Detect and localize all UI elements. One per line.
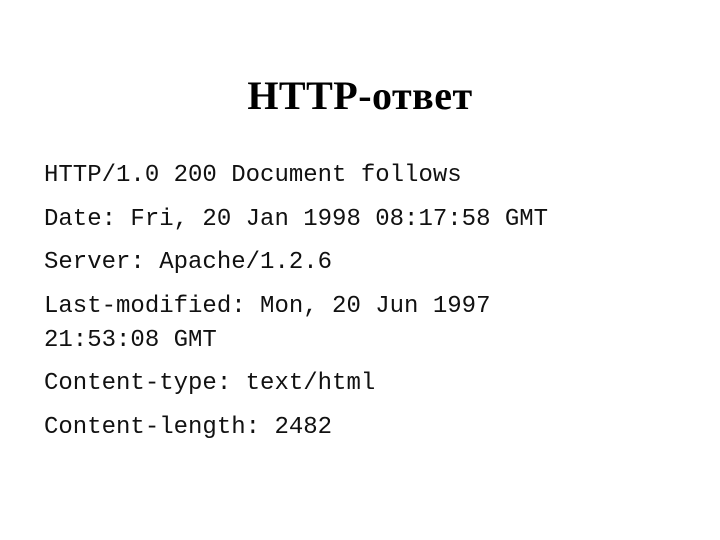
header-date: Date: Fri, 20 Jan 1998 08:17:58 GMT <box>44 206 549 233</box>
header-last-modified: Last-modified: Mon, 20 Jun 1997 <box>44 293 491 320</box>
header-content-type: Content-type: text/html <box>44 370 376 397</box>
header-last-modified-cont: 21:53:08 GMT <box>44 327 217 354</box>
header-server: Server: Apache/1.2.6 <box>44 249 333 276</box>
status-line: HTTP/1.0 200 Document follows <box>44 162 462 189</box>
header-content-length: Content-length: 2482 <box>44 414 333 441</box>
slide-title: HTTP-ответ <box>247 73 473 118</box>
